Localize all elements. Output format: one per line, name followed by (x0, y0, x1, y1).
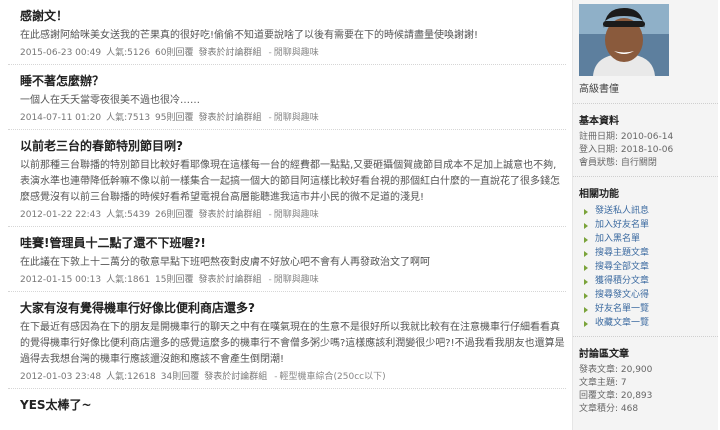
post-replies: 34則回覆 (160, 372, 200, 382)
post-category-link[interactable]: 輕型機車綜合(250cc以下) (280, 372, 386, 382)
avatar-image (579, 4, 669, 76)
arrow-bullet-icon (584, 209, 588, 215)
post-title[interactable]: 哇賽!管理員十二點了還不下班喔?! (20, 227, 566, 251)
separator: - (268, 210, 272, 220)
arrow-bullet-icon (584, 237, 588, 243)
post-item: 感謝文！ 在此感謝阿給咪美女送我的芒果真的很好吃!偷偷不知道要說啥了以後有需要在… (8, 0, 566, 65)
post-date: 2012-01-03 23:48 (20, 372, 102, 382)
post-title[interactable]: 大家有沒有覺得機車行好像比便利商店還多? (20, 292, 566, 316)
post-replies: 26則回覆 (155, 210, 194, 220)
section-title: 基本資料 (579, 116, 619, 127)
functions-section: 相關功能 發送私人訊息 加入好友名單 加入黑名單 搜尋主題文章 搜尋全部文章 獲… (573, 176, 718, 336)
arrow-bullet-icon (584, 251, 588, 257)
function-link[interactable]: 收藏文章一覽 (579, 316, 718, 330)
post-title[interactable]: YES太棒了~ (20, 389, 566, 413)
function-link[interactable]: 獲得積分文章 (579, 274, 718, 288)
function-link[interactable]: 好友名單一覽 (579, 302, 718, 316)
post-category-link[interactable]: 閒聊與趣味 (274, 210, 319, 220)
post-item: 大家有沒有覺得機車行好像比便利商店還多? 在下最近有感因為在下的朋友是開機車行的… (8, 292, 566, 389)
post-views: 人氣:5439 (106, 210, 151, 220)
post-meta: 2012-01-03 23:48 人氣:12618 34則回覆 發表於討論群組 - 輕型機… (20, 371, 566, 384)
function-label: 收藏文章一覽 (595, 318, 650, 328)
section-title: 相關功能 (579, 189, 619, 200)
separator: - (274, 372, 278, 382)
arrow-bullet-icon (584, 223, 588, 229)
arrow-bullet-icon (584, 265, 588, 271)
post-group: 發表於討論群組 (198, 48, 262, 58)
separator: - (268, 275, 272, 285)
post-date: 2012-01-15 00:13 (20, 275, 102, 285)
stat-line: 文章主題: 7 (579, 378, 627, 388)
post-item: YES太棒了~ (8, 389, 566, 417)
stat-line: 回覆文章: 20,893 (579, 391, 653, 401)
function-link[interactable]: 加入黑名單 (579, 232, 718, 246)
post-body: 在此感謝阿給咪美女送我的芒果真的很好吃!偷偷不知道要說啥了以後有需要在下的時候請… (20, 30, 479, 41)
post-date: 2015-06-23 00:49 (20, 48, 102, 58)
post-replies: 60則回覆 (155, 48, 194, 58)
post-views: 人氣:7513 (106, 113, 151, 123)
function-label: 發送私人訊息 (595, 206, 650, 216)
separator: - (268, 113, 272, 123)
avatar[interactable] (579, 4, 669, 76)
post-group: 發表於討論群組 (198, 113, 262, 123)
post-title[interactable]: 以前老三台的春節特別節目咧? (20, 130, 566, 154)
function-link[interactable]: 搜尋發文心得 (579, 288, 718, 302)
post-list: 感謝文！ 在此感謝阿給咪美女送我的芒果真的很好吃!偷偷不知道要說啥了以後有需要在… (0, 0, 566, 430)
post-meta: 2012-01-15 00:13 人氣:1861 15則回覆 發表於討論群組 - 閒聊與趣… (20, 274, 566, 287)
arrow-bullet-icon (584, 293, 588, 299)
post-item: 哇賽!管理員十二點了還不下班喔?! 在此議在下敦上十二萬分的敬意早點下班吧熬夜對… (8, 227, 566, 292)
arrow-bullet-icon (584, 279, 588, 285)
function-link[interactable]: 搜尋主題文章 (579, 246, 718, 260)
post-views: 人氣:12618 (106, 372, 156, 382)
function-link[interactable]: 加入好友名單 (579, 218, 718, 232)
info-line: 登入日期: 2018-10-06 (579, 145, 674, 155)
user-sidebar: 高級書僮 基本資料 註冊日期: 2010-06-14 登入日期: 2018-10… (572, 0, 718, 430)
arrow-bullet-icon (584, 321, 588, 327)
function-label: 加入黑名單 (595, 234, 641, 244)
post-group: 發表於討論群組 (198, 210, 262, 220)
post-replies: 95則回覆 (155, 113, 194, 123)
post-date: 2014-07-11 01:20 (20, 113, 102, 123)
stat-line: 文章積分: 468 (579, 404, 639, 414)
section-title: 討論區文章 (579, 349, 629, 360)
post-body: 在此議在下敦上十二萬分的敬意早點下班吧熬夜對皮膚不好放心吧不會有人再發政治文了啊… (20, 257, 430, 268)
post-date: 2012-01-22 22:43 (20, 210, 102, 220)
function-link[interactable]: 發送私人訊息 (579, 204, 718, 218)
post-body: 在下最近有感因為在下的朋友是開機車行的聊天之中有在嘆氣現在的生意不是很好所以我就… (20, 322, 565, 365)
post-group: 發表於討論群組 (198, 275, 262, 285)
post-group: 發表於討論群組 (204, 372, 268, 382)
info-line: 註冊日期: 2010-06-14 (579, 132, 674, 142)
function-label: 獲得積分文章 (595, 276, 650, 286)
function-label: 搜尋主題文章 (595, 248, 650, 258)
arrow-bullet-icon (584, 307, 588, 313)
basic-info-section: 基本資料 註冊日期: 2010-06-14 登入日期: 2018-10-06 會… (573, 103, 718, 176)
post-views: 人氣:1861 (106, 275, 151, 285)
function-label: 好友名單一覽 (595, 304, 650, 314)
function-label: 搜尋發文心得 (595, 290, 650, 300)
post-category-link[interactable]: 閒聊與趣味 (274, 48, 319, 58)
post-category-link[interactable]: 閒聊與趣味 (274, 275, 319, 285)
function-link[interactable]: 搜尋全部文章 (579, 260, 718, 274)
post-title[interactable]: 感謝文！ (20, 0, 566, 24)
post-item: 以前老三台的春節特別節目咧? 以前那種三台聯播的特別節目比較好看耶像現在這樣每一… (8, 130, 566, 227)
username: 高級書僮 (579, 84, 619, 95)
separator: - (268, 48, 272, 58)
stat-line: 發表文章: 20,900 (579, 365, 653, 375)
post-views: 人氣:5126 (106, 48, 151, 58)
post-body: 以前那種三台聯播的特別節目比較好看耶像現在這樣每一台的經費都一點點,又要砸攝個賀… (20, 160, 560, 203)
post-body: 一個人在夭夭當零夜很美不過也很冷…… (20, 95, 200, 106)
post-meta: 2012-01-22 22:43 人氣:5439 26則回覆 發表於討論群組 - 閒聊與趣… (20, 209, 566, 222)
info-line: 會員狀態: 自行關閉 (579, 158, 657, 168)
function-label: 加入好友名單 (595, 220, 650, 230)
post-item: 睡不著怎麼辦？ 一個人在夭夭當零夜很美不過也很冷…… 2014-07-11 01… (8, 65, 566, 130)
post-meta: 2014-07-11 01:20 人氣:7513 95則回覆 發表於討論群組 - 閒聊與趣… (20, 112, 566, 125)
post-title[interactable]: 睡不著怎麼辦？ (20, 65, 566, 89)
post-replies: 15則回覆 (155, 275, 194, 285)
post-category-link[interactable]: 閒聊與趣味 (274, 113, 319, 123)
post-meta: 2015-06-23 00:49 人氣:5126 60則回覆 發表於討論群組 - 閒聊與趣… (20, 47, 566, 60)
function-label: 搜尋全部文章 (595, 262, 650, 272)
post-stats-section: 討論區文章 發表文章: 20,900 文章主題: 7 回覆文章: 20,893 … (573, 336, 718, 422)
